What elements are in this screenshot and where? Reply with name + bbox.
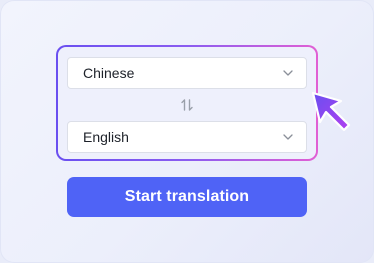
chevron-down-icon [282, 131, 294, 143]
source-language-value: Chinese [83, 65, 135, 81]
target-language-value: English [83, 129, 129, 145]
source-language-select[interactable]: Chinese [67, 57, 307, 89]
target-language-select[interactable]: English [67, 121, 307, 153]
swap-languages-icon[interactable] [179, 97, 195, 113]
chevron-down-icon [282, 67, 294, 79]
start-translation-button[interactable]: Start translation [67, 177, 307, 217]
translator-card: Chinese English Start translation [0, 0, 374, 263]
cursor-pointer-icon [308, 88, 358, 136]
